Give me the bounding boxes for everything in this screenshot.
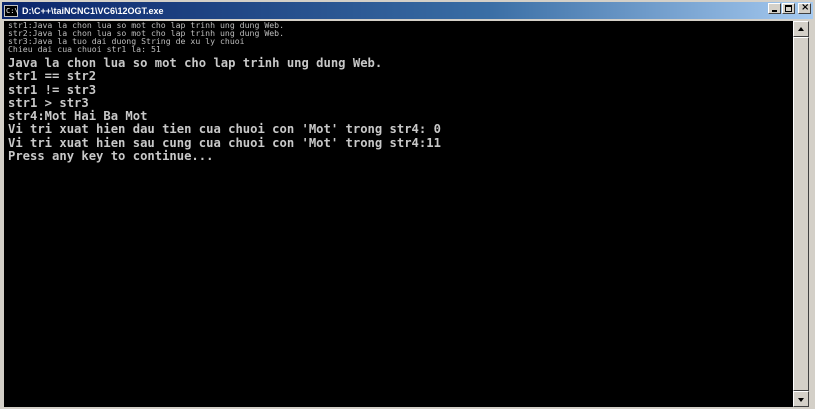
console-app-icon[interactable]: C:\ [4, 4, 19, 17]
scroll-up-button[interactable] [793, 21, 809, 37]
window-title: D:\C++\taiNCNC1\VC6\12OGT.exe [22, 5, 164, 16]
console-window[interactable]: C:\ D:\C++\taiNCNC1\VC6\12OGT.exe × str1… [0, 0, 815, 409]
close-button[interactable]: × [798, 2, 811, 14]
console-line: str1 == str2 [8, 69, 97, 84]
console-line: Java la chon lua so mot cho lap trinh un… [8, 56, 383, 70]
console-line: str4:Mot Hai Ba Mot [8, 109, 148, 124]
console-line: str1 > str3 [8, 95, 89, 110]
vertical-scrollbar[interactable] [793, 21, 809, 407]
scroll-thumb[interactable] [793, 37, 809, 391]
console-line: Vi tri xuat hien sau cung cua chuoi con … [8, 135, 441, 150]
console-line: Press any key to continue... [8, 149, 214, 164]
scroll-down-button[interactable] [793, 391, 809, 407]
program-output: Java la chon lua so mot cho lap trinh un… [4, 56, 793, 164]
maximize-button[interactable] [782, 3, 795, 14]
console-line: Chieu dai cua chuoi str1 la: 51 [8, 44, 161, 54]
console-line: str1 != str3 [8, 82, 97, 97]
arrow-down-icon [798, 398, 804, 402]
close-icon: × [801, 2, 810, 13]
minimize-button[interactable] [768, 3, 781, 14]
title-buttons: × [768, 2, 811, 14]
title-bar[interactable]: C:\ D:\C++\taiNCNC1\VC6\12OGT.exe × [2, 2, 813, 19]
console-line: Vi tri xuat hien dau tien cua chuoi con … [8, 122, 441, 137]
minimize-icon [772, 10, 777, 12]
console-output[interactable]: str1:Java la chon lua so mot cho lap tri… [4, 21, 793, 407]
maximize-icon [785, 5, 792, 12]
scrolled-output: str1:Java la chon lua so mot cho lap tri… [4, 21, 793, 53]
arrow-up-icon [798, 27, 804, 31]
